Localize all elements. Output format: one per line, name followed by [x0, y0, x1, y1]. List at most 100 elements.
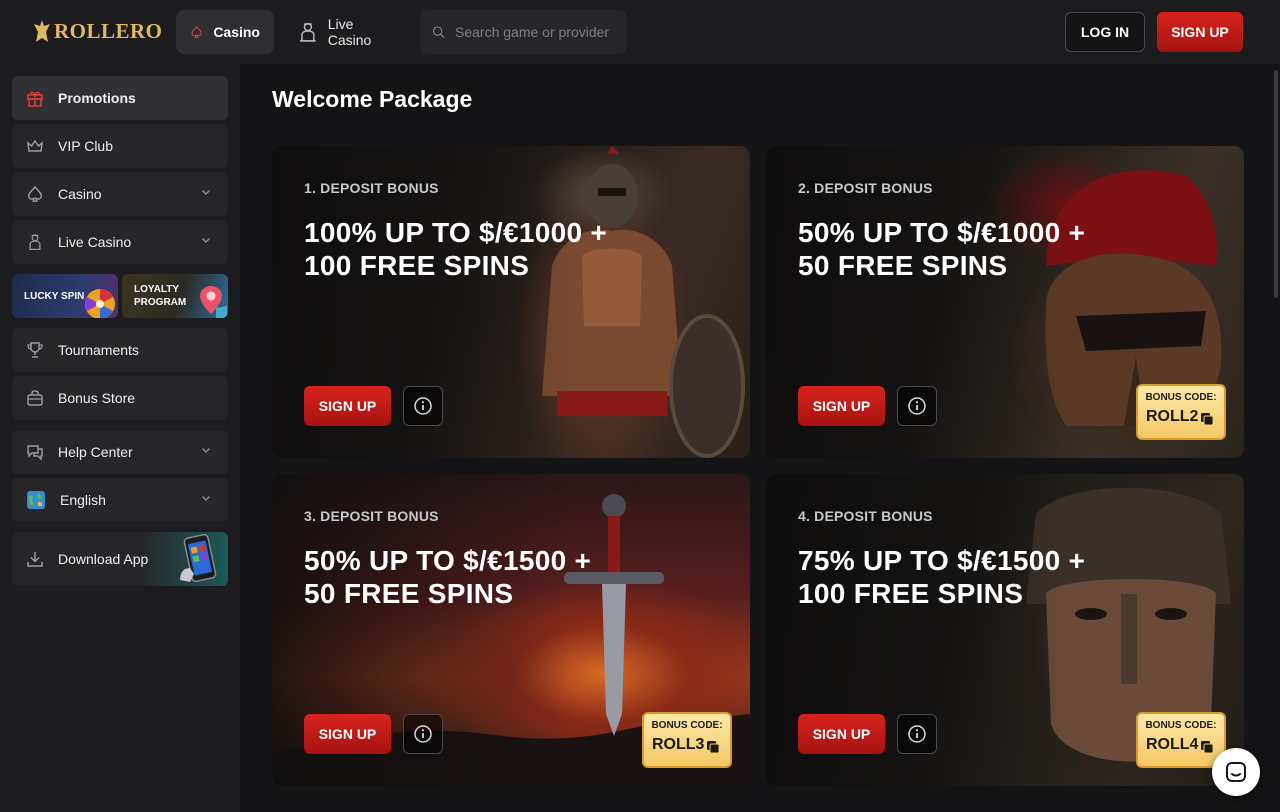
download-app-button[interactable]: Download App — [12, 532, 228, 586]
info-icon — [414, 397, 432, 415]
deposit-bonus-label: 1. DEPOSIT BONUS — [304, 180, 439, 196]
download-icon — [27, 552, 43, 567]
bonus-code-box[interactable]: BONUS CODE: ROLL3 — [642, 712, 732, 768]
nav-casino-label: Casino — [213, 24, 260, 40]
info-button[interactable] — [403, 386, 443, 426]
sidebar-item-promotions[interactable]: Promotions — [12, 76, 228, 120]
bonus-headline: 75% UP TO $/€1500 + 100 FREE SPINS — [798, 544, 1158, 610]
bonus-headline-line-2: 100 FREE SPINS — [304, 250, 530, 281]
loyalty-line-2: PROGRAM — [134, 297, 187, 308]
sidebar-item-label: Tournaments — [58, 342, 139, 358]
nav-live-casino[interactable]: Live Casino — [284, 10, 414, 54]
sidebar-item-tournaments[interactable]: Tournaments — [12, 328, 228, 372]
dealer-icon — [29, 234, 41, 250]
info-icon — [908, 725, 926, 743]
sidebar-item-casino[interactable]: Casino — [12, 172, 228, 216]
bonus-code-title: BONUS CODE: — [1145, 720, 1217, 731]
bonus-code-box[interactable]: BONUS CODE: ROLL2 — [1136, 384, 1226, 440]
globe-icon — [27, 491, 45, 509]
bonus-headline-line-1: 100% UP TO $/€1000 + — [304, 217, 608, 248]
gift-icon — [27, 91, 43, 107]
chevron-down-icon[interactable] — [200, 186, 212, 198]
map-pin-icon — [200, 286, 227, 318]
bonus-code-title: BONUS CODE: — [651, 720, 723, 731]
bonus-headline: 50% UP TO $/€1500 + 50 FREE SPINS — [304, 544, 664, 610]
sidebar-item-live-casino[interactable]: Live Casino — [12, 220, 228, 264]
sidebar-item-label: Bonus Store — [58, 390, 136, 406]
card-signup-button[interactable]: SIGN UP — [304, 386, 391, 426]
info-button[interactable] — [897, 386, 937, 426]
sidebar-item-label: VIP Club — [58, 138, 113, 154]
wheel-icon — [85, 289, 115, 318]
search-icon — [432, 26, 445, 38]
info-button[interactable] — [897, 714, 937, 754]
page-title: Welcome Package — [272, 86, 473, 112]
loyalty-program-tile[interactable]: LOYALTY PROGRAM — [122, 274, 228, 318]
sidebar-item-help-center[interactable]: Help Center — [12, 430, 228, 474]
bonus-headline-line-1: 50% UP TO $/€1000 + — [798, 217, 1086, 248]
bonus-card: 2. DEPOSIT BONUS 50% UP TO $/€1000 + 50 … — [766, 146, 1244, 458]
sidebar-item-language[interactable]: English — [12, 478, 228, 522]
sidebar-item-label: Help Center — [58, 444, 133, 460]
bonus-card: 3. DEPOSIT BONUS 50% UP TO $/€1500 + 50 … — [272, 474, 750, 786]
spade-icon — [27, 185, 43, 202]
bag-icon — [27, 390, 43, 406]
dealer-icon — [299, 22, 316, 42]
top-header: ROLLERO Casino Live Casino LOG IN SIGN U… — [0, 0, 1280, 64]
chat-bubbles-icon — [27, 445, 43, 461]
login-button[interactable]: LOG IN — [1065, 12, 1145, 52]
bonus-code-value: ROLL4 — [1146, 736, 1199, 753]
sidebar-item-label: Download App — [58, 551, 149, 567]
copy-icon[interactable] — [1200, 740, 1214, 754]
card-signup-button[interactable]: SIGN UP — [798, 714, 885, 754]
logo-text: ROLLERO — [54, 18, 163, 43]
info-icon — [908, 397, 926, 415]
lucky-spin-label: LUCKY SPIN — [24, 290, 85, 302]
card-signup-button[interactable]: SIGN UP — [304, 714, 391, 754]
sidebar-item-label: Live Casino — [58, 234, 132, 250]
search-input[interactable] — [455, 24, 615, 40]
sidebar-item-bonus-store[interactable]: Bonus Store — [12, 376, 228, 420]
bonus-code-box[interactable]: BONUS CODE: ROLL4 — [1136, 712, 1226, 768]
copy-icon[interactable] — [706, 740, 720, 754]
bonus-headline-line-1: 75% UP TO $/€1500 + — [798, 545, 1086, 576]
spade-icon — [191, 25, 202, 38]
sidebar-item-label: English — [60, 492, 106, 508]
nav-live-casino-label: Live Casino — [327, 16, 372, 48]
bonus-card: 1. DEPOSIT BONUS 100% UP TO $/€1000 + 10… — [272, 146, 750, 458]
sidebar-item-vip-club[interactable]: VIP Club — [12, 124, 228, 168]
bonus-code-value: ROLL2 — [1146, 408, 1199, 425]
info-button[interactable] — [403, 714, 443, 754]
deposit-bonus-label: 4. DEPOSIT BONUS — [798, 508, 933, 524]
chat-widget-button[interactable] — [1212, 748, 1260, 796]
chat-icon — [1226, 762, 1246, 782]
lucky-spin-tile[interactable]: LUCKY SPIN — [12, 274, 118, 318]
sidebar: Promotions VIP Club Casino Live Casino L… — [0, 64, 240, 812]
bonus-code-value: ROLL3 — [652, 736, 705, 753]
deposit-bonus-label: 2. DEPOSIT BONUS — [798, 180, 933, 196]
bonus-headline-line-2: 100 FREE SPINS — [798, 578, 1024, 609]
info-icon — [414, 725, 432, 743]
bonus-headline-line-2: 50 FREE SPINS — [798, 250, 1008, 281]
copy-icon[interactable] — [1200, 412, 1214, 426]
bonus-headline: 100% UP TO $/€1000 + 100 FREE SPINS — [304, 216, 664, 282]
scrollbar[interactable] — [1274, 70, 1278, 298]
crown-logo-icon — [34, 20, 50, 42]
sidebar-item-label: Casino — [58, 186, 102, 202]
bonus-headline: 50% UP TO $/€1000 + 50 FREE SPINS — [798, 216, 1158, 282]
chevron-down-icon[interactable] — [200, 234, 212, 246]
signup-button[interactable]: SIGN UP — [1157, 12, 1243, 52]
logo[interactable]: ROLLERO — [32, 18, 163, 44]
search-box[interactable] — [420, 10, 627, 54]
chevron-down-icon[interactable] — [200, 492, 212, 504]
loyalty-line-1: LOYALTY — [134, 284, 180, 295]
phone-icon — [180, 534, 217, 583]
card-signup-button[interactable]: SIGN UP — [798, 386, 885, 426]
chevron-down-icon[interactable] — [200, 444, 212, 456]
bonus-code-title: BONUS CODE: — [1145, 392, 1217, 403]
crown-icon — [27, 139, 43, 152]
bonus-headline-line-2: 50 FREE SPINS — [304, 578, 514, 609]
loyalty-program-label: LOYALTY PROGRAM — [134, 274, 186, 318]
nav-casino[interactable]: Casino — [176, 10, 274, 54]
deposit-bonus-label: 3. DEPOSIT BONUS — [304, 508, 439, 524]
